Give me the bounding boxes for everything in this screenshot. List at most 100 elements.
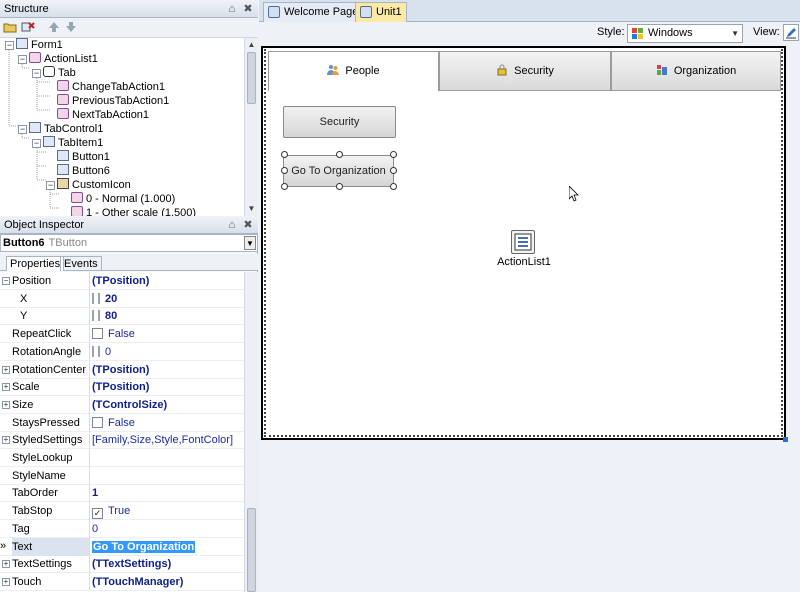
- tree-collapse-tabitem1[interactable]: −: [32, 139, 41, 148]
- property-value[interactable]: 1: [92, 484, 98, 502]
- form-resize-grip[interactable]: [783, 437, 788, 442]
- close-icon[interactable]: ✖: [242, 0, 254, 18]
- tree-collapse-tab[interactable]: −: [32, 69, 41, 78]
- close-icon[interactable]: ✖: [242, 216, 254, 234]
- tab-unit1[interactable]: Unit1: [355, 2, 407, 22]
- property-row-position[interactable]: − Position (TPosition): [0, 272, 244, 290]
- scroll-thumb[interactable]: [247, 52, 256, 104]
- view-edit-icon[interactable]: [783, 24, 799, 41]
- tree-item-changetabaction1[interactable]: ChangeTabAction1: [57, 80, 165, 94]
- tree-item-actionlist1[interactable]: ActionList1: [29, 52, 98, 66]
- tree-collapse-customicon[interactable]: −: [46, 181, 55, 190]
- property-value[interactable]: 0: [92, 520, 98, 538]
- checkbox-checked[interactable]: ✓: [92, 508, 103, 520]
- tree-item-tabcontrol1[interactable]: TabControl1: [29, 122, 103, 136]
- property-row-tabstop[interactable]: TabStop ✓ True: [0, 502, 244, 521]
- pin-icon[interactable]: ⌂: [226, 0, 238, 18]
- tree-item-tab-category[interactable]: Tab: [43, 66, 76, 80]
- tree-item-tabitem1[interactable]: TabItem1: [43, 136, 103, 150]
- resize-handle[interactable]: [281, 151, 288, 158]
- collapse-icon[interactable]: −: [2, 277, 10, 285]
- tab-security[interactable]: Security: [439, 51, 611, 91]
- property-row-y[interactable]: Y 80: [0, 307, 244, 326]
- property-value[interactable]: ✓ True: [92, 502, 130, 520]
- property-row-size[interactable]: + Size (TControlSize): [0, 395, 244, 414]
- resize-handle[interactable]: [336, 151, 343, 158]
- property-value[interactable]: (TPosition): [92, 361, 149, 379]
- spinner-icon[interactable]: [92, 310, 100, 322]
- expand-icon[interactable]: +: [2, 436, 10, 445]
- checkbox[interactable]: [92, 328, 103, 340]
- chevron-down-icon[interactable]: ▼: [731, 25, 739, 42]
- property-value[interactable]: 0: [92, 343, 111, 361]
- tree-item-customicon[interactable]: CustomIcon: [57, 178, 131, 192]
- tree-item-button1[interactable]: Button1: [57, 150, 110, 164]
- tree-collapse-actionlist1[interactable]: −: [18, 55, 27, 64]
- chevron-down-icon[interactable]: ▼: [244, 236, 256, 250]
- actionlist-component-icon[interactable]: [511, 230, 535, 254]
- tab-organization[interactable]: Organization: [611, 51, 781, 91]
- property-row-text[interactable]: » Text Go To Organization: [0, 537, 244, 556]
- scroll-thumb[interactable]: [247, 508, 256, 592]
- move-down-icon[interactable]: [64, 21, 78, 34]
- checkbox[interactable]: [92, 416, 103, 428]
- folder-icon[interactable]: [3, 21, 17, 34]
- expand-icon[interactable]: +: [2, 560, 10, 569]
- resize-handle[interactable]: [390, 167, 397, 174]
- resize-handle[interactable]: [281, 167, 288, 174]
- tree-item-button6[interactable]: Button6: [57, 164, 110, 178]
- property-row-stylelookup[interactable]: StyleLookup: [0, 449, 244, 467]
- scroll-down-icon[interactable]: ▼: [245, 202, 258, 215]
- style-dropdown[interactable]: Windows ▼: [627, 24, 743, 43]
- property-row-styledsettings[interactable]: + StyledSettings [Family,Size,Style,FontCo…: [0, 431, 244, 450]
- property-row-rotationangle[interactable]: RotationAngle 0: [0, 342, 244, 361]
- spinner-icon[interactable]: [92, 292, 100, 304]
- tree-item-other-scale[interactable]: 1 - Other scale (1.500): [71, 206, 196, 216]
- property-value[interactable]: (TControlSize): [92, 396, 167, 414]
- expand-icon[interactable]: +: [2, 365, 10, 374]
- move-up-icon[interactable]: [47, 21, 61, 34]
- tab-welcome-page[interactable]: Welcome Page: [263, 2, 364, 22]
- spinner-icon[interactable]: [92, 345, 100, 357]
- property-row-tag[interactable]: Tag 0: [0, 519, 244, 538]
- property-value[interactable]: [Family,Size,Style,FontColor]: [92, 431, 233, 449]
- property-value[interactable]: False: [92, 325, 135, 343]
- tree-item-form1[interactable]: Form1: [16, 38, 63, 52]
- property-value[interactable]: 80: [92, 307, 117, 325]
- property-value[interactable]: (TTextSettings): [92, 555, 171, 573]
- property-row-rotationcenter[interactable]: + RotationCenter (TPosition): [0, 360, 244, 379]
- resize-handle[interactable]: [390, 151, 397, 158]
- object-selector[interactable]: Button6 TButton ▼: [0, 234, 258, 252]
- property-value[interactable]: False: [92, 414, 135, 432]
- tab-properties[interactable]: Properties: [6, 256, 65, 271]
- property-row-stayspressed[interactable]: StaysPressed False: [0, 413, 244, 432]
- structure-scrollbar[interactable]: ▲ ▼: [244, 38, 258, 216]
- resize-handle[interactable]: [281, 183, 288, 190]
- tree-collapse-form1[interactable]: −: [5, 41, 14, 50]
- tree-item-normal-scale[interactable]: 0 - Normal (1.000): [71, 192, 175, 206]
- property-value[interactable]: (TTouchManager): [92, 573, 183, 591]
- property-row-repeatclick[interactable]: RepeatClick False: [0, 325, 244, 344]
- resize-handle[interactable]: [336, 183, 343, 190]
- tree-item-previoustabaction1[interactable]: PreviousTabAction1: [57, 94, 169, 108]
- scroll-up-icon[interactable]: ▲: [245, 38, 258, 51]
- security-button[interactable]: Security: [283, 106, 396, 138]
- pin-icon[interactable]: ⌂: [226, 216, 238, 234]
- tree-collapse-tabcontrol1[interactable]: −: [18, 125, 27, 134]
- property-scrollbar[interactable]: [244, 272, 258, 592]
- property-value[interactable]: 20: [92, 290, 117, 308]
- property-value[interactable]: (TPosition): [92, 378, 149, 396]
- property-row-x[interactable]: X 20: [0, 289, 244, 308]
- expand-icon[interactable]: +: [2, 400, 10, 409]
- property-row-touch[interactable]: + Touch (TTouchManager): [0, 572, 244, 591]
- property-value[interactable]: (TPosition): [92, 272, 149, 290]
- property-row-stylename[interactable]: StyleName: [0, 466, 244, 485]
- property-row-textsettings[interactable]: + TextSettings (TTextSettings): [0, 555, 244, 574]
- tab-events[interactable]: Events: [60, 256, 102, 271]
- property-row-taborder[interactable]: TabOrder 1: [0, 484, 244, 503]
- property-value[interactable]: Go To Organization: [92, 538, 196, 556]
- expand-icon[interactable]: +: [2, 383, 10, 392]
- property-row-scale[interactable]: + Scale (TPosition): [0, 378, 244, 397]
- expand-icon[interactable]: +: [2, 577, 10, 586]
- tree-item-nexttabaction1[interactable]: NextTabAction1: [57, 108, 149, 122]
